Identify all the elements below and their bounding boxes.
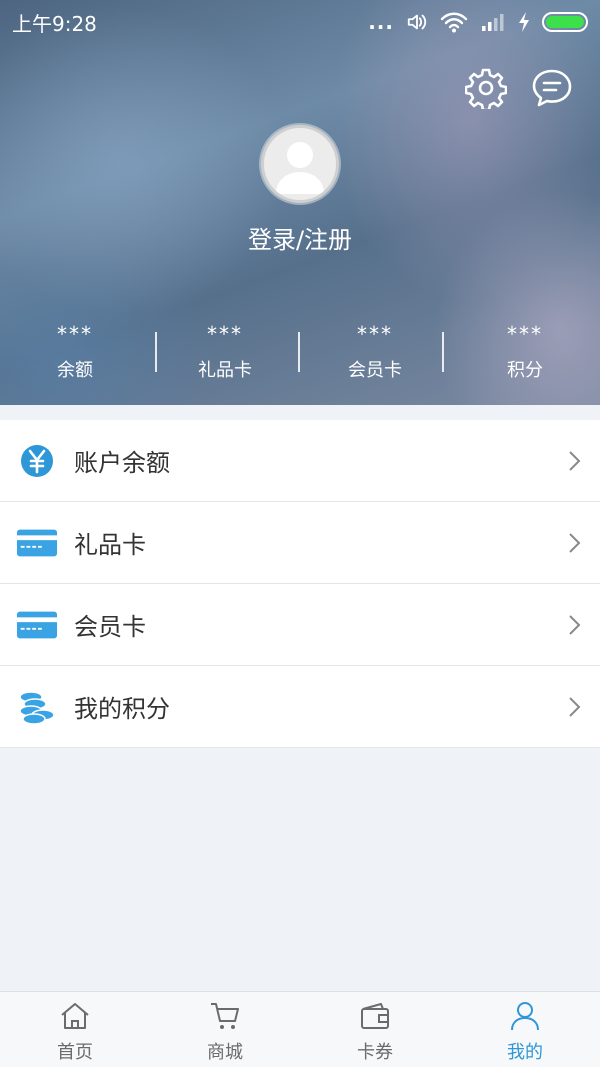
chevron-right-icon (569, 533, 581, 553)
stat-value: *** (357, 322, 393, 346)
tab-home[interactable]: 首页 (0, 992, 150, 1067)
chevron-right-icon (569, 615, 581, 635)
menu-item-label: 我的积分 (74, 695, 170, 723)
stat-balance[interactable]: *** 余额 (0, 318, 150, 388)
stat-member-card[interactable]: *** 会员卡 (300, 318, 450, 388)
stat-label: 余额 (57, 360, 93, 381)
chevron-right-icon (569, 451, 581, 471)
account-menu: 账户余额 礼品卡 会员卡 我的积分 (0, 420, 600, 748)
notification-dots-icon: ... (368, 10, 394, 34)
status-time: 上午9:28 (12, 11, 97, 36)
stat-value: *** (507, 322, 543, 346)
wifi-icon (440, 12, 468, 33)
wallet-icon (358, 1000, 392, 1032)
home-icon (58, 1000, 92, 1032)
stat-label: 会员卡 (348, 360, 402, 381)
stat-value: *** (57, 322, 93, 346)
status-icons: ... (368, 10, 588, 34)
battery-icon (542, 12, 588, 32)
menu-item-label: 礼品卡 (74, 531, 146, 559)
volume-icon (407, 14, 427, 30)
menu-item-gift-card[interactable]: 礼品卡 (0, 502, 600, 584)
status-bar: 上午9:28 ... (0, 0, 600, 44)
stat-divider (442, 332, 444, 372)
card-icon (16, 604, 58, 646)
profile-header: 上午9:28 ... 登录/注册 *** 余额 *** 礼品卡 *** 会员卡 … (0, 0, 600, 405)
charging-icon (519, 12, 529, 32)
stat-gift-card[interactable]: *** 礼品卡 (150, 318, 300, 388)
stat-divider (155, 332, 157, 372)
card-icon (16, 522, 58, 564)
menu-item-label: 会员卡 (74, 613, 146, 641)
avatar[interactable] (261, 125, 339, 203)
tab-label: 我的 (507, 1042, 543, 1063)
stat-points[interactable]: *** 积分 (450, 318, 600, 388)
menu-item-label: 账户余额 (74, 449, 170, 477)
coin-stack-icon (16, 686, 58, 728)
tab-label: 首页 (57, 1042, 93, 1063)
message-icon[interactable] (530, 66, 574, 110)
stats-row: *** 余额 *** 礼品卡 *** 会员卡 *** 积分 (0, 318, 600, 388)
menu-item-member-card[interactable]: 会员卡 (0, 584, 600, 666)
tab-coupons[interactable]: 卡券 (300, 992, 450, 1067)
bottom-tab-bar: 首页 商城 卡券 我的 (0, 991, 600, 1067)
tab-label: 商城 (207, 1042, 243, 1063)
menu-item-my-points[interactable]: 我的积分 (0, 666, 600, 748)
user-icon (508, 1000, 542, 1032)
stat-label: 积分 (507, 360, 543, 381)
settings-gear-icon[interactable] (464, 66, 508, 110)
tab-mall[interactable]: 商城 (150, 992, 300, 1067)
signal-icon (482, 14, 504, 31)
cart-icon (208, 1000, 242, 1032)
stat-value: *** (207, 322, 243, 346)
chevron-right-icon (569, 697, 581, 717)
tab-label: 卡券 (357, 1042, 393, 1063)
yen-coin-icon (16, 440, 58, 482)
tab-mine[interactable]: 我的 (450, 992, 600, 1067)
login-register-link[interactable]: 登录/注册 (0, 220, 600, 255)
stat-label: 礼品卡 (198, 360, 252, 381)
stat-divider (298, 332, 300, 372)
menu-item-account-balance[interactable]: 账户余额 (0, 420, 600, 502)
default-user-icon (276, 142, 324, 194)
